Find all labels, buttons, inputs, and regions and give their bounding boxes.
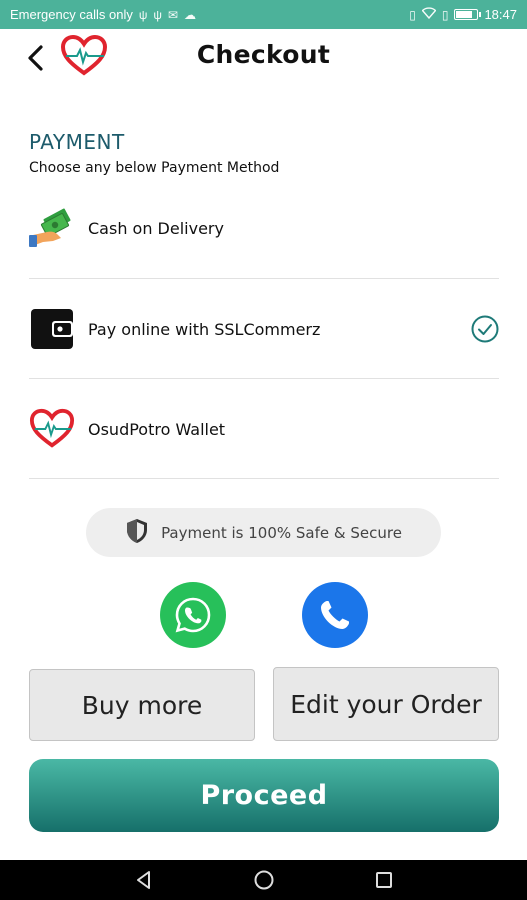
edit-order-button[interactable]: Edit your Order [273,667,499,741]
payment-method-label: OsudPotro Wallet [88,419,226,439]
nav-recents-icon[interactable] [324,860,444,900]
selected-check-icon [471,315,499,343]
nav-home-icon[interactable] [204,860,324,900]
sim-icon: ▯ [441,7,449,22]
whatsapp-button[interactable] [160,582,226,648]
wifi-icon [421,7,437,22]
wallet-icon [29,306,75,352]
payment-subtitle: Choose any below Payment Method [29,160,280,176]
secure-payment-badge: Payment is 100% Safe & Secure [86,508,441,557]
mail-icon: ✉ [167,7,179,22]
cloud-icon: ☁ [184,7,197,22]
cash-hand-icon [29,205,75,251]
heart-pulse-logo [29,406,75,452]
system-nav-bar [0,860,527,900]
usb-icon: ψ [138,7,148,22]
secure-badge-text: Payment is 100% Safe & Secure [161,523,402,542]
whatsapp-icon [175,597,211,633]
payment-heading: PAYMENT [29,130,125,154]
payment-method-wallet[interactable]: OsudPotro Wallet [29,379,499,479]
buy-more-button[interactable]: Buy more [29,669,255,741]
payment-method-sslcommerz[interactable]: Pay online with SSLCommerz [29,279,499,379]
usb-icon: ψ [153,7,162,22]
back-arrow-icon[interactable] [20,41,50,75]
battery-icon [454,9,482,20]
clock-time: 18:47 [484,7,517,22]
call-button[interactable] [302,582,368,648]
proceed-button[interactable]: Proceed [29,759,499,832]
shield-icon [125,518,149,548]
payment-method-label: Pay online with SSLCommerz [88,319,321,339]
phone-icon [321,601,349,629]
status-bar: Emergency calls only ψ ψ ✉ ☁ ▯ ▯ 18:47 [0,0,527,29]
payment-method-cash[interactable]: Cash on Delivery [29,178,499,278]
checkout-screen: Emergency calls only ψ ψ ✉ ☁ ▯ ▯ 18:47 C… [0,0,527,900]
heart-pulse-logo [60,34,108,77]
app-header: Checkout [0,29,527,87]
divider [29,478,499,479]
carrier-status-text: Emergency calls only [10,7,133,22]
nav-back-icon[interactable] [84,860,204,900]
payment-method-label: Cash on Delivery [88,218,224,238]
vibrate-icon: ▯ [409,7,416,22]
